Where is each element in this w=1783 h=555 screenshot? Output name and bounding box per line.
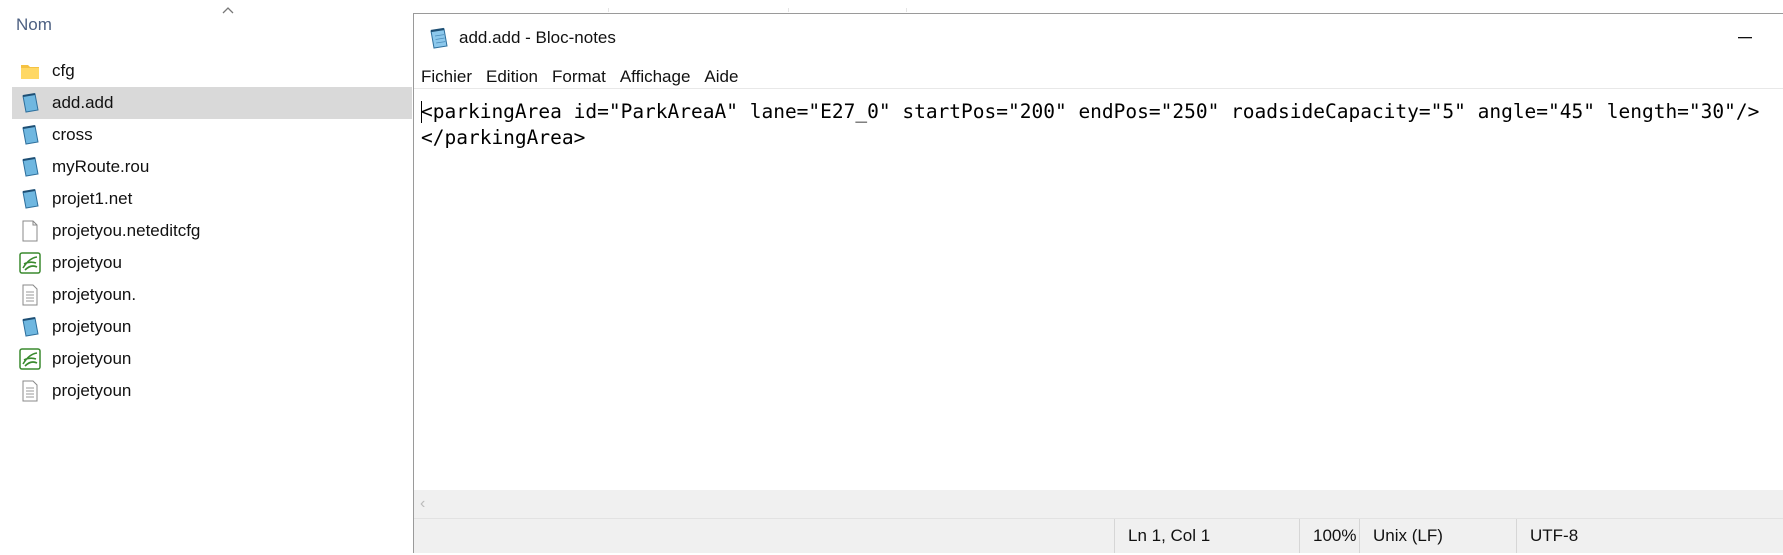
status-encoding: UTF-8 <box>1516 519 1650 553</box>
blank-file-icon <box>19 220 41 242</box>
file-item-projetyoun-sumo[interactable]: projetyoun <box>12 343 412 375</box>
menu-format[interactable]: Format <box>552 67 606 87</box>
file-item-cross[interactable]: cross <box>12 119 412 151</box>
file-name: cross <box>52 125 93 144</box>
file-item-projetyoun-dot[interactable]: projetyoun. <box>12 279 412 311</box>
file-item-projetyoun[interactable]: projetyoun <box>12 311 412 343</box>
file-item-projetyoun-text[interactable]: projetyoun <box>12 375 412 407</box>
text-editor[interactable]: <parkingArea id="ParkAreaA" lane="E27_0"… <box>414 88 1783 503</box>
window-title: add.add - Bloc-notes <box>459 28 616 47</box>
menu-affichage[interactable]: Affichage <box>620 67 691 87</box>
file-item-myroute-rou[interactable]: myRoute.rou <box>12 151 412 183</box>
file-name: projetyoun. <box>52 285 137 304</box>
sort-ascending-icon[interactable] <box>221 2 235 20</box>
notepad-file-icon <box>19 124 41 146</box>
editor-line: <parkingArea id="ParkAreaA" lane="E27_0"… <box>421 100 1760 123</box>
status-position-text: Ln 1, Col 1 <box>1128 526 1211 545</box>
status-bar: Ln 1, Col 1 100% Unix (LF) UTF-8 <box>414 518 1783 553</box>
text-file-icon <box>19 380 41 402</box>
file-item-add-add[interactable]: add.add <box>12 87 412 119</box>
editor-line: </parkingArea> <box>421 126 586 149</box>
file-name: projetyou <box>52 253 122 272</box>
editor-content[interactable]: <parkingArea id="ParkAreaA" lane="E27_0"… <box>421 99 1759 151</box>
menu-edition[interactable]: Edition <box>486 67 538 87</box>
column-separator <box>788 8 789 12</box>
notepad-file-icon <box>19 188 41 210</box>
notepad-file-icon <box>19 156 41 178</box>
status-position: Ln 1, Col 1 <box>1114 519 1298 553</box>
file-item-projetyou-neteditcfg[interactable]: projetyou.neteditcfg <box>12 215 412 247</box>
file-name: projetyou.neteditcfg <box>52 221 201 240</box>
file-name: myRoute.rou <box>52 157 150 176</box>
file-name: projetyoun <box>52 317 132 336</box>
horizontal-scrollbar[interactable]: ‹ <box>414 490 1783 518</box>
notepad-app-icon <box>427 26 451 50</box>
status-line-ending-text: Unix (LF) <box>1373 526 1443 545</box>
sumo-app-icon <box>19 252 41 274</box>
sumo-app-icon <box>19 348 41 370</box>
title-bar[interactable]: add.add - Bloc-notes <box>414 14 1783 62</box>
column-separator <box>906 8 907 12</box>
file-name: projet1.net <box>52 189 133 208</box>
menu-aide[interactable]: Aide <box>704 67 738 87</box>
file-item-projetyou[interactable]: projetyou <box>12 247 412 279</box>
column-header-name[interactable]: Nom <box>16 15 52 35</box>
notepad-window: add.add - Bloc-notes Fichier Edition For… <box>413 13 1783 553</box>
file-list: cfg add.add cross myRoute.rou projet1.ne… <box>12 55 412 407</box>
notepad-file-icon <box>19 316 41 338</box>
file-name: projetyoun <box>52 381 132 400</box>
folder-icon <box>19 60 41 82</box>
file-item-projet1-net[interactable]: projet1.net <box>12 183 412 215</box>
file-item-cfg[interactable]: cfg <box>12 55 412 87</box>
text-file-icon <box>19 284 41 306</box>
status-encoding-text: UTF-8 <box>1530 526 1579 545</box>
scroll-left-icon[interactable]: ‹ <box>420 495 425 513</box>
file-name: cfg <box>52 61 75 80</box>
notepad-file-icon <box>19 92 41 114</box>
text-caret <box>421 101 422 123</box>
file-name: projetyoun <box>52 349 132 368</box>
minimize-button[interactable] <box>1722 24 1768 52</box>
status-zoom-text: 100% <box>1313 526 1357 545</box>
column-separator <box>608 8 609 12</box>
file-name: add.add <box>52 93 114 112</box>
menu-fichier[interactable]: Fichier <box>421 67 472 87</box>
status-line-ending: Unix (LF) <box>1359 519 1528 553</box>
